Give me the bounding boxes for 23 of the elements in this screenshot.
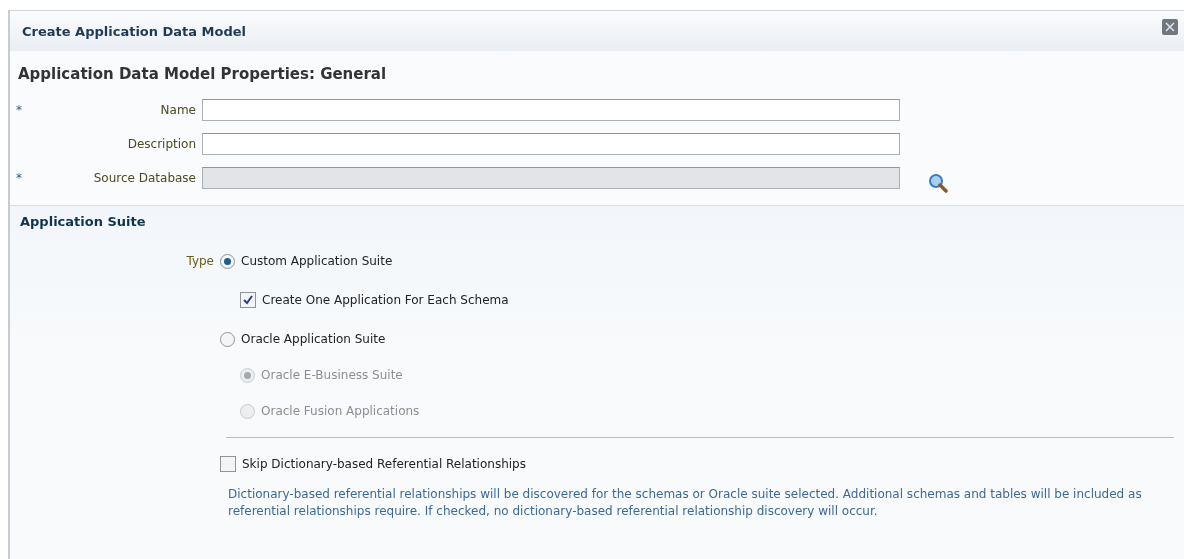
radio-button[interactable] [220,253,235,269]
help-text: Dictionary-based referential relationships will be discovered for the schemas or Oracle suite selected. Additional schemas and tables will be included as referential relationships require. If checked, no dictionary-based referential relationship discovery will occur. [228,486,1143,520]
option-label: Oracle Application Suite [241,332,386,346]
input-field[interactable] [202,133,900,155]
close-button[interactable] [1162,19,1178,35]
section-title: Application Suite [20,214,147,229]
checkbox[interactable] [240,292,256,308]
page-heading: Application Data Model Properties: General [18,65,388,83]
option-label: Oracle E-Business Suite [261,368,403,382]
field-label: Description [126,137,197,151]
option-label: Skip Dictionary-based Referential Relationships [242,457,526,471]
field-label: Name [159,103,197,117]
required-mark: * [15,171,22,185]
option-label: Custom Application Suite [241,254,393,268]
input-field[interactable] [202,99,900,121]
type-label: Type [185,254,215,268]
option-label: Oracle Fusion Applications [261,404,420,418]
option-label: Create One Application For Each Schema [262,293,509,307]
radio-button[interactable] [220,331,235,347]
checkbox[interactable] [220,456,236,472]
dialog-title: Create Application Data Model [22,23,247,39]
field-label: Source Database [92,171,197,185]
required-mark: * [15,103,22,117]
